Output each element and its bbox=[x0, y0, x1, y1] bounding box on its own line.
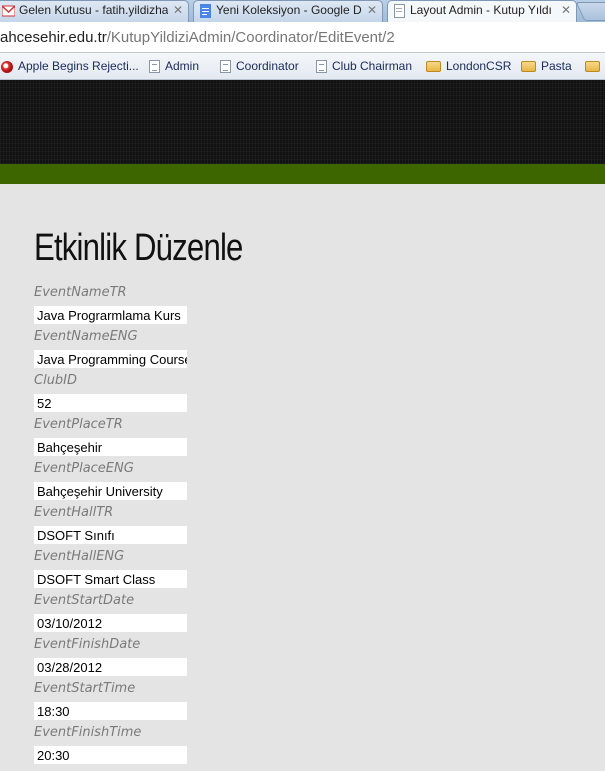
tab-gmail[interactable]: Gelen Kutusu - fatih.yildizha ✕ bbox=[0, 0, 189, 22]
page-icon bbox=[316, 60, 327, 74]
bookmark-label: Admin bbox=[165, 59, 200, 73]
input-event-start-date[interactable] bbox=[34, 614, 187, 632]
tab-title: Gelen Kutusu - fatih.yildizha bbox=[19, 3, 168, 17]
bookmark-apple[interactable]: Apple Begins Rejecti... bbox=[1, 53, 139, 79]
label-event-finish-date: EventFinishDate bbox=[34, 637, 141, 652]
label-event-place-tr: EventPlaceTR bbox=[34, 417, 123, 432]
new-tab-button[interactable] bbox=[575, 2, 605, 21]
bookmark-pasta[interactable]: Pasta bbox=[521, 53, 572, 79]
label-event-place-eng: EventPlaceENG bbox=[34, 461, 134, 476]
site-header bbox=[0, 80, 605, 164]
page-icon bbox=[220, 60, 231, 74]
apple-icon bbox=[1, 60, 13, 73]
bookmark-label: Pasta bbox=[541, 59, 572, 73]
folder-icon bbox=[585, 61, 600, 73]
label-event-name-eng: EventNameENG bbox=[34, 329, 138, 344]
bookmark-label: Club Chairman bbox=[332, 59, 413, 73]
input-event-hall-tr[interactable] bbox=[34, 526, 187, 544]
label-event-hall-tr: EventHallTR bbox=[34, 505, 114, 520]
tab-title: Layout Admin - Kutup Yıldı bbox=[410, 3, 552, 17]
label-event-start-date: EventStartDate bbox=[34, 593, 135, 608]
input-event-finish-date[interactable] bbox=[34, 658, 187, 676]
bookmarks-bar: Apple Begins Rejecti... Admin Coordinato… bbox=[0, 53, 605, 80]
close-icon[interactable]: ✕ bbox=[561, 1, 571, 20]
page-icon bbox=[393, 4, 406, 18]
input-event-place-tr[interactable] bbox=[34, 438, 187, 456]
label-club-id: ClubID bbox=[34, 373, 78, 388]
tab-layout-admin[interactable]: Layout Admin - Kutup Yıldı ✕ bbox=[387, 0, 577, 22]
close-icon[interactable]: ✕ bbox=[173, 1, 183, 20]
bookmark-label: Apple Begins Rejecti... bbox=[18, 59, 139, 73]
bookmark-label: LondonCSR bbox=[446, 59, 512, 73]
bookmark-admin[interactable]: Admin bbox=[149, 53, 200, 79]
input-club-id[interactable] bbox=[34, 394, 187, 412]
label-event-name-tr: EventNameTR bbox=[34, 285, 127, 300]
gmail-icon bbox=[1, 4, 16, 18]
bookmark-club-chairman[interactable]: Club Chairman bbox=[316, 53, 413, 79]
folder-icon bbox=[426, 61, 441, 73]
tab-google-docs[interactable]: Yeni Koleksiyon - Google Do ✕ bbox=[193, 0, 383, 22]
bookmark-label: Coordinator bbox=[236, 59, 299, 73]
tab-title: Yeni Koleksiyon - Google Do bbox=[216, 3, 362, 17]
bookmark-coordinator[interactable]: Coordinator bbox=[220, 53, 299, 79]
close-icon[interactable]: ✕ bbox=[367, 1, 377, 20]
label-event-finish-time: EventFinishTime bbox=[34, 725, 142, 740]
docs-icon bbox=[199, 4, 212, 18]
input-event-finish-time[interactable] bbox=[34, 746, 187, 764]
folder-icon bbox=[521, 61, 536, 73]
label-event-hall-eng: EventHallENG bbox=[34, 549, 125, 564]
bookmark-londoncsr[interactable]: LondonCSR bbox=[426, 53, 512, 79]
page-icon bbox=[149, 60, 160, 74]
input-event-start-time[interactable] bbox=[34, 702, 187, 720]
input-event-place-eng[interactable] bbox=[34, 482, 187, 500]
url-host: ahcesehir.edu.tr bbox=[0, 29, 107, 46]
url-path: /KutupYildiziAdmin/Coordinator/EditEvent… bbox=[106, 29, 395, 46]
page-title: Etkinlik Düzenle bbox=[34, 227, 243, 269]
input-event-name-tr[interactable] bbox=[34, 306, 187, 324]
input-event-name-eng[interactable] bbox=[34, 350, 187, 368]
tab-strip: Gelen Kutusu - fatih.yildizha ✕ Yeni Kol… bbox=[0, 0, 605, 22]
address-bar[interactable]: ahcesehir.edu.tr/KutupYildiziAdmin/Coord… bbox=[0, 22, 605, 53]
header-green-band bbox=[0, 164, 605, 184]
bookmark-folder[interactable] bbox=[585, 53, 605, 79]
input-event-hall-eng[interactable] bbox=[34, 570, 187, 588]
label-event-start-time: EventStartTime bbox=[34, 681, 136, 696]
